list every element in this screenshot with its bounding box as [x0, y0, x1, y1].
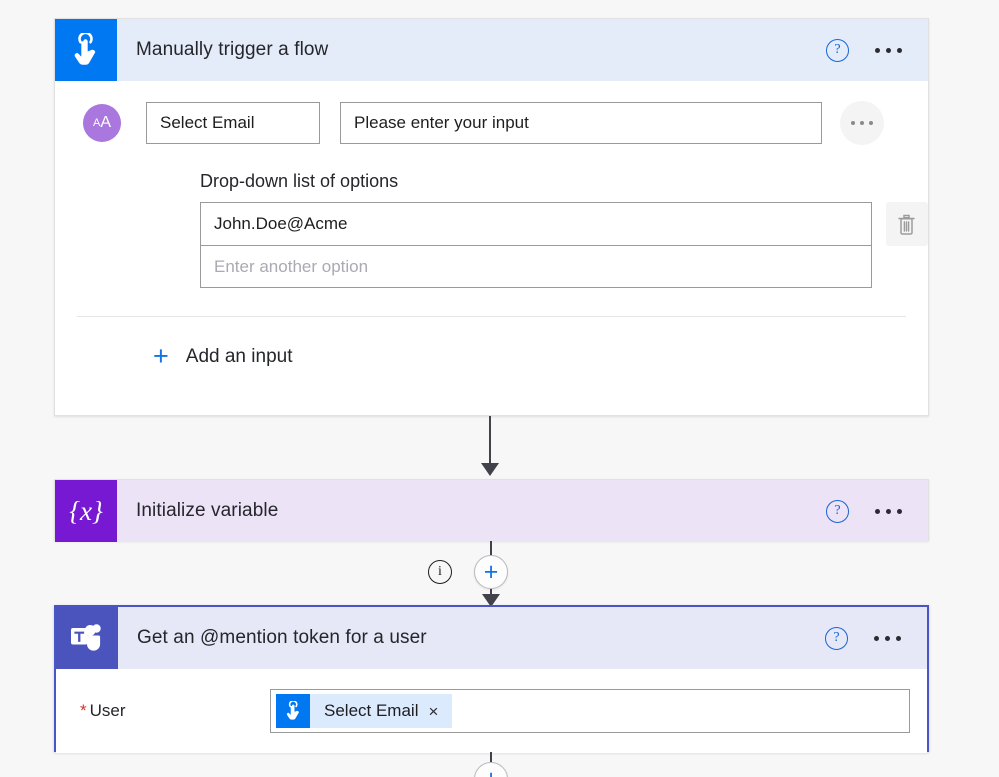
connector-line-top [490, 541, 492, 555]
input-description-field[interactable]: Please enter your input [340, 102, 822, 144]
variable-icon-glyph: {x} [69, 495, 103, 526]
input-description-value: Please enter your input [354, 113, 529, 132]
dropdown-option-row[interactable]: Enter another option [201, 245, 871, 287]
text-type-avatar-icon: AA [83, 104, 121, 142]
dropdown-options-box: John.Doe@Acme Enter another option [200, 202, 872, 288]
user-field-label-text: User [89, 701, 126, 720]
arrow-down-icon [481, 463, 499, 476]
trigger-card-header[interactable]: Manually trigger a flow ? [55, 19, 928, 81]
avatar-label-small: A [92, 117, 101, 129]
plus-circle-icon[interactable]: + [474, 555, 508, 589]
connector-below-teams: + [474, 752, 508, 777]
connector-trigger-to-variable [481, 416, 499, 476]
dropdown-option-value: John.Doe@Acme [214, 214, 348, 233]
avatar-label-large: A [100, 114, 111, 131]
input-name-field[interactable]: Select Email [146, 102, 320, 144]
tap-gesture-icon [276, 694, 310, 728]
help-circle-icon[interactable]: ? [825, 626, 848, 650]
connector-variable-to-teams: + [474, 541, 508, 607]
user-field-label: * User [80, 701, 270, 721]
info-circle-icon[interactable]: i [428, 560, 452, 584]
dropdown-options-wrap: John.Doe@Acme Enter another option [200, 202, 928, 288]
token-label: Select Email [324, 701, 419, 720]
connector-line [490, 752, 492, 762]
help-circle-icon[interactable]: ? [826, 499, 849, 523]
plus-circle-icon[interactable]: + [474, 762, 508, 777]
connector-line [489, 416, 491, 463]
variable-card-ellipsis-icon[interactable] [875, 508, 902, 514]
add-an-input-button[interactable]: + Add an input [153, 343, 928, 370]
teams-card-header-actions: ? [825, 626, 927, 650]
teams-card-title: Get an @mention token for a user [137, 627, 427, 648]
trigger-card-manually-trigger-a-flow[interactable]: Manually trigger a flow ? AA Select Emai… [54, 18, 929, 416]
dropdown-option-placeholder: Enter another option [214, 256, 369, 276]
microsoft-teams-icon [56, 607, 118, 669]
trigger-card-title: Manually trigger a flow [136, 39, 329, 60]
required-marker: * [80, 701, 87, 720]
teams-card-header[interactable]: Get an @mention token for a user ? [56, 607, 927, 669]
trigger-card-header-actions: ? [826, 38, 928, 62]
flow-designer-canvas: Manually trigger a flow ? AA Select Emai… [0, 0, 999, 777]
variable-card-header-actions: ? [826, 499, 928, 523]
action-card-initialize-variable[interactable]: {x} Initialize variable ? [54, 479, 929, 542]
plus-icon: + [153, 341, 169, 371]
braces-x-variable-icon: {x} [55, 480, 117, 542]
action-card-get-mention-token[interactable]: Get an @mention token for a user ? * Use… [54, 605, 929, 753]
trigger-card-body: AA Select Email Please enter your input … [55, 81, 928, 370]
close-icon[interactable]: × [428, 703, 452, 720]
trash-icon[interactable] [885, 202, 928, 246]
input-name-value: Select Email [160, 113, 255, 132]
teams-card-ellipsis-icon[interactable] [874, 635, 901, 641]
input-row-ellipsis-icon[interactable] [840, 101, 884, 145]
trigger-body-divider [77, 316, 906, 317]
tap-gesture-icon [55, 19, 117, 81]
user-input-field[interactable]: Select Email × [270, 689, 910, 733]
dynamic-content-token-select-email[interactable]: Select Email × [276, 694, 453, 728]
variable-card-header[interactable]: {x} Initialize variable ? [55, 480, 928, 542]
dropdown-option-row[interactable]: John.Doe@Acme [201, 203, 871, 245]
trigger-card-ellipsis-icon[interactable] [875, 47, 902, 53]
add-an-input-label: Add an input [185, 345, 293, 367]
teams-card-body: * User Select Email × [56, 669, 927, 753]
input-definition-row: AA Select Email Please enter your input [55, 81, 928, 145]
variable-card-title: Initialize variable [136, 500, 279, 521]
dropdown-options-label: Drop-down list of options [200, 171, 399, 191]
help-circle-icon[interactable]: ? [826, 38, 849, 62]
